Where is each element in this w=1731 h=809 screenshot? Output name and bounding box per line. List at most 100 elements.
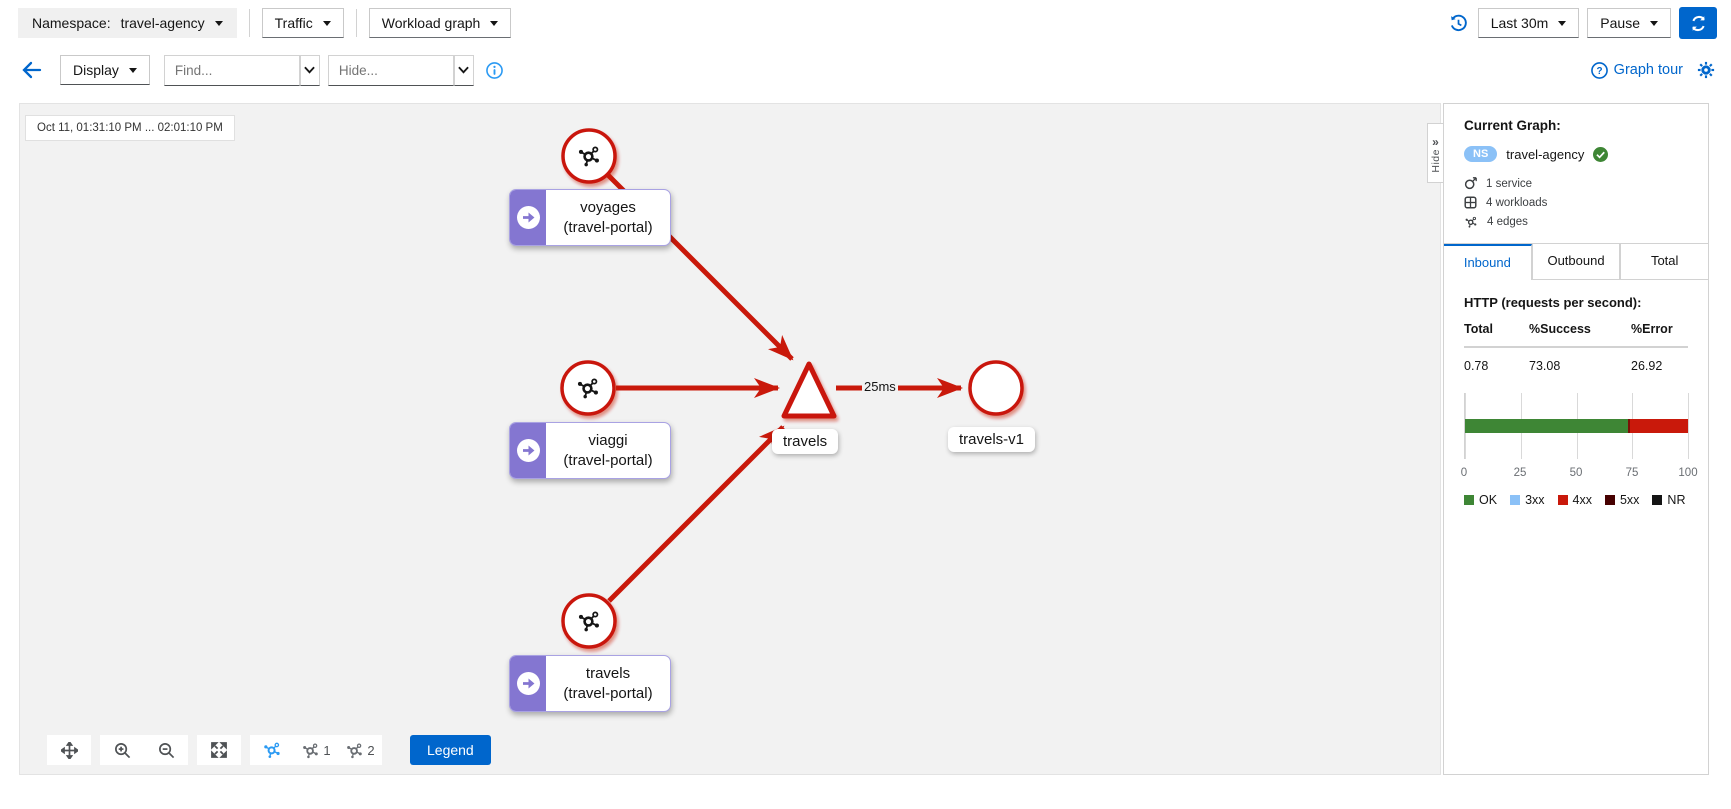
info-icon[interactable] bbox=[486, 62, 503, 79]
legend-button[interactable]: Legend bbox=[410, 735, 491, 765]
node-travels-service[interactable] bbox=[784, 364, 834, 416]
refresh-interval-dropdown[interactable]: Pause bbox=[1587, 8, 1671, 38]
graph-type-dropdown[interactable]: Workload graph bbox=[369, 8, 512, 38]
node-label-viaggi[interactable]: viaggi (travel-portal) bbox=[509, 422, 671, 479]
validation-check-icon bbox=[1593, 147, 1608, 162]
hide-input[interactable] bbox=[328, 55, 454, 86]
duration-label: Last 30m bbox=[1491, 15, 1549, 31]
pan-button[interactable] bbox=[47, 735, 91, 765]
workload-badge bbox=[510, 190, 546, 245]
layout-default-button[interactable] bbox=[250, 735, 294, 765]
namespace-dropdown[interactable]: Namespace: travel-agency bbox=[18, 8, 237, 38]
namespace-badge: NS bbox=[1464, 146, 1497, 162]
layout-2-button[interactable]: 2 bbox=[338, 735, 382, 765]
arrow-right-icon bbox=[517, 439, 540, 462]
graph-controls: 1 2 Legend bbox=[47, 735, 491, 765]
question-circle-icon: ? bbox=[1591, 62, 1608, 79]
svg-text:?: ? bbox=[1596, 65, 1602, 76]
node-viaggi[interactable] bbox=[562, 362, 614, 414]
tab-outbound[interactable]: Outbound bbox=[1532, 244, 1621, 280]
edge-icon bbox=[1464, 215, 1478, 229]
duration-dropdown[interactable]: Last 30m bbox=[1478, 8, 1580, 38]
val-total: 0.78 bbox=[1464, 359, 1529, 373]
hide-options-chevron-icon[interactable] bbox=[454, 55, 474, 86]
workload-badge bbox=[510, 656, 546, 711]
node-namespace: (travel-portal) bbox=[563, 451, 652, 471]
col-error: %Error bbox=[1631, 322, 1688, 336]
traffic-label: Traffic bbox=[275, 15, 313, 31]
traffic-dropdown[interactable]: Traffic bbox=[262, 8, 344, 38]
arrow-right-icon bbox=[517, 206, 540, 229]
graph-tour-label: Graph tour bbox=[1614, 62, 1683, 78]
node-travels-workload[interactable] bbox=[563, 595, 615, 647]
chevron-down-icon bbox=[215, 21, 223, 26]
service-icon bbox=[1464, 177, 1477, 190]
sync-icon bbox=[1690, 15, 1707, 32]
chart-legend: OK3xx4xx5xxNR bbox=[1464, 493, 1688, 507]
stacked-bar bbox=[1465, 419, 1688, 433]
display-label: Display bbox=[73, 62, 119, 78]
divider bbox=[356, 9, 357, 37]
node-label-voyages[interactable]: voyages (travel-portal) bbox=[509, 189, 671, 246]
node-namespace: (travel-portal) bbox=[563, 218, 652, 238]
back-arrow-icon[interactable] bbox=[22, 61, 42, 79]
panel-title: Current Graph: bbox=[1444, 118, 1708, 133]
chevron-down-icon bbox=[129, 68, 137, 73]
layout-icon bbox=[301, 741, 320, 760]
stat-label: 1 service bbox=[1486, 178, 1532, 190]
namespace-label: Namespace: bbox=[32, 15, 111, 31]
node-label-travels-workload[interactable]: travels (travel-portal) bbox=[509, 655, 671, 712]
layout-1-label: 1 bbox=[323, 743, 330, 758]
summary-panel: Current Graph: NS travel-agency 1 servic… bbox=[1443, 103, 1709, 775]
chevron-down-icon bbox=[1558, 21, 1566, 26]
col-success: %Success bbox=[1529, 322, 1631, 336]
graph-stats: 1 service 4 workloads 4 edges bbox=[1444, 177, 1708, 229]
refresh-mode-label: Pause bbox=[1600, 15, 1640, 31]
stat-label: 4 workloads bbox=[1486, 197, 1547, 209]
stat-services: 1 service bbox=[1464, 177, 1688, 190]
graph-type-label: Workload graph bbox=[382, 15, 481, 31]
workload-icon bbox=[1464, 196, 1477, 209]
refresh-button[interactable] bbox=[1679, 7, 1717, 39]
graph-canvas[interactable]: Oct 11, 01:31:10 PM ... 02:01:10 PM bbox=[19, 103, 1441, 775]
hide-panel-tab[interactable]: » Hide bbox=[1427, 123, 1443, 183]
val-success: 73.08 bbox=[1529, 359, 1631, 373]
col-total: Total bbox=[1464, 322, 1529, 336]
tab-inbound[interactable]: Inbound bbox=[1444, 244, 1532, 280]
chevron-down-icon bbox=[490, 21, 498, 26]
node-name: voyages bbox=[580, 198, 636, 218]
stat-edges: 4 edges bbox=[1464, 215, 1688, 229]
divider bbox=[249, 9, 250, 37]
node-name: viaggi bbox=[588, 431, 627, 451]
layout-2-label: 2 bbox=[367, 743, 374, 758]
history-icon[interactable] bbox=[1449, 14, 1468, 33]
chart-axis: 0255075100 bbox=[1464, 467, 1688, 483]
zoom-in-button[interactable] bbox=[100, 735, 144, 765]
val-error: 26.92 bbox=[1631, 359, 1688, 373]
find-input[interactable] bbox=[164, 55, 300, 86]
tab-total[interactable]: Total bbox=[1620, 244, 1708, 280]
node-label-travels-v1[interactable]: travels-v1 bbox=[948, 427, 1035, 452]
node-name: travels bbox=[586, 664, 630, 684]
node-travels-v1[interactable] bbox=[970, 362, 1022, 414]
chevron-down-icon bbox=[1650, 21, 1658, 26]
layout-1-button[interactable]: 1 bbox=[294, 735, 338, 765]
find-options-chevron-icon[interactable] bbox=[300, 55, 320, 86]
node-namespace: (travel-portal) bbox=[563, 684, 652, 704]
node-voyages[interactable] bbox=[563, 130, 615, 182]
display-dropdown[interactable]: Display bbox=[60, 55, 150, 85]
http-rate-table: Total %Success %Error 0.78 73.08 26.92 bbox=[1444, 322, 1708, 373]
stat-workloads: 4 workloads bbox=[1464, 196, 1688, 209]
panel-namespace-name: travel-agency bbox=[1506, 147, 1584, 162]
stat-label: 4 edges bbox=[1487, 216, 1528, 228]
graph-settings-icon[interactable] bbox=[1697, 61, 1715, 79]
zoom-out-button[interactable] bbox=[144, 735, 188, 765]
fit-to-screen-button[interactable] bbox=[197, 735, 241, 765]
node-label-travels-service[interactable]: travels bbox=[772, 429, 838, 454]
graph-tour-link[interactable]: ? Graph tour bbox=[1591, 62, 1683, 79]
http-rate-title: HTTP (requests per second): bbox=[1444, 295, 1708, 310]
traffic-graph[interactable] bbox=[20, 104, 1442, 776]
graph-toolbar: Display ? Graph tour bbox=[0, 46, 1731, 94]
chevron-down-icon bbox=[323, 21, 331, 26]
arrow-right-icon bbox=[517, 672, 540, 695]
